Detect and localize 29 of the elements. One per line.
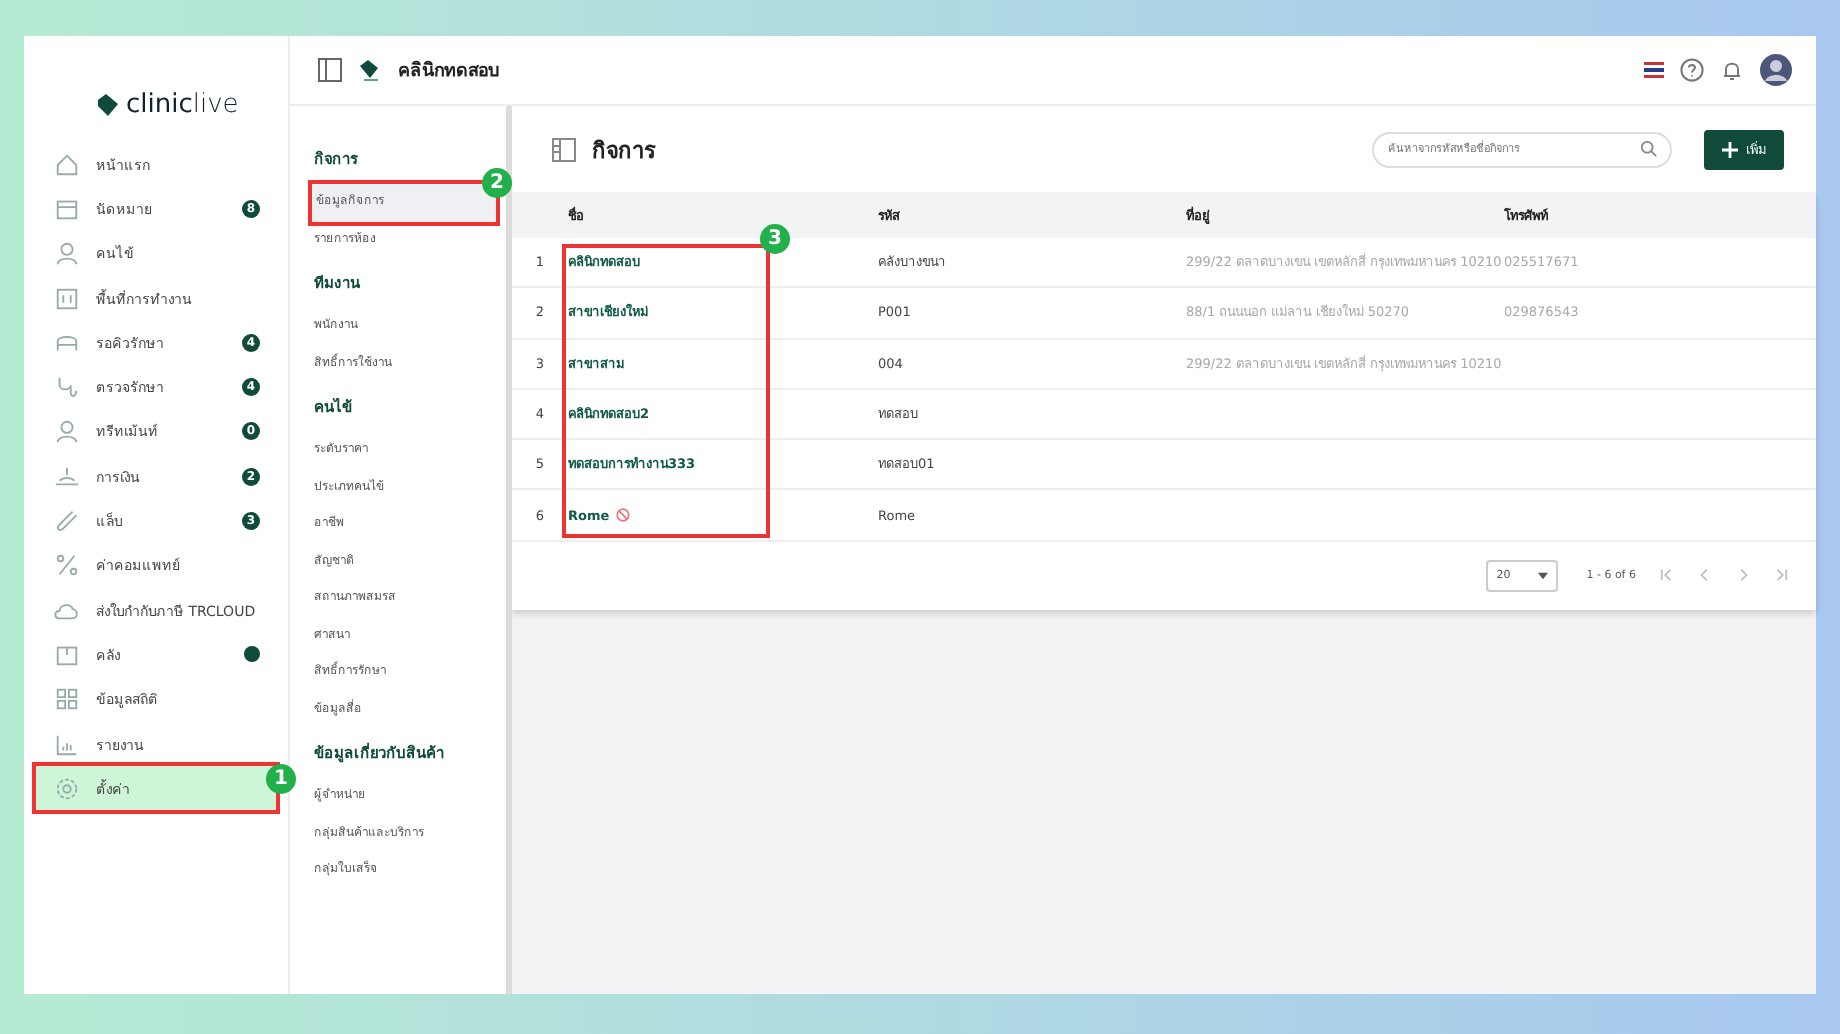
gear-icon: [54, 775, 80, 802]
panel-icon[interactable]: [318, 58, 342, 82]
search-icon: [1640, 140, 1658, 158]
flag-icon[interactable]: [1644, 62, 1664, 78]
board-icon: [54, 285, 80, 312]
grid-icon: [54, 686, 80, 713]
person-icon: [54, 240, 80, 267]
page-title: กิจการ: [592, 135, 656, 167]
tube-icon: [54, 508, 80, 535]
home-icon: [54, 151, 80, 178]
caret-icon: [1538, 571, 1549, 580]
bell-icon[interactable]: [1720, 58, 1744, 82]
clinic-name: คลินิกทดสอบ: [398, 58, 500, 84]
plus-icon: [1722, 141, 1738, 157]
logo-icon: [96, 93, 120, 115]
calendar-icon: [54, 195, 80, 222]
avatar-icon[interactable]: [1760, 54, 1792, 86]
help-icon[interactable]: [1680, 58, 1704, 82]
logo-text: cliniclive: [126, 89, 239, 119]
percent-icon: [54, 552, 80, 579]
step-marker: 2: [482, 168, 512, 198]
disabled-icon: [615, 508, 630, 523]
step-marker: 3: [760, 224, 790, 254]
box-icon: [54, 641, 80, 668]
person-icon: [54, 418, 80, 445]
chart-icon: [54, 731, 80, 757]
step-marker: 1: [266, 764, 296, 795]
panel-icon: [552, 137, 576, 161]
clinic-logo-icon: [358, 58, 382, 82]
